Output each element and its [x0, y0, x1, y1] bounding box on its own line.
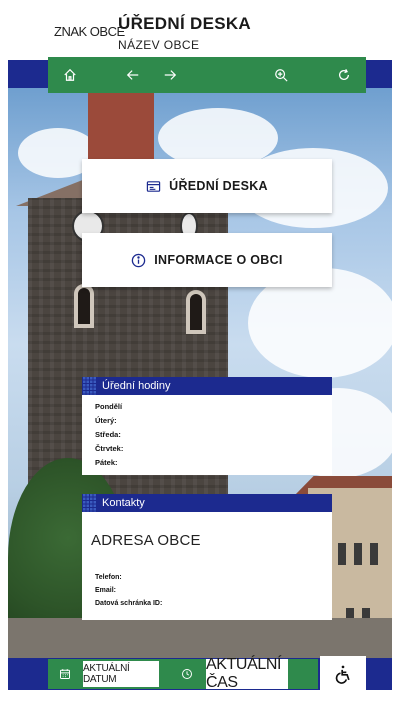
- grid-icon: [82, 494, 96, 512]
- office-hours-title: Úřední hodiny: [102, 380, 171, 392]
- municipality-name: NÁZEV OBCE: [118, 38, 200, 52]
- informace-o-obci-label: INFORMACE O OBCI: [154, 253, 283, 267]
- arrow-left-icon: [126, 70, 139, 80]
- arrow-right-icon: [164, 70, 177, 80]
- forward-button[interactable]: [152, 57, 188, 93]
- zoom-in-button[interactable]: [263, 57, 299, 93]
- zoom-in-icon: [275, 69, 288, 82]
- hours-row-monday: Pondělí: [95, 402, 123, 411]
- hours-row-tuesday: Úterý:: [95, 416, 117, 425]
- contacts-title: Kontakty: [102, 497, 145, 509]
- grid-icon: [82, 377, 96, 395]
- office-hours-header: Úřední hodiny: [82, 377, 332, 395]
- info-icon: [132, 253, 146, 267]
- home-button[interactable]: [52, 57, 88, 93]
- uredni-deska-button[interactable]: ÚŘEDNÍ DESKA: [82, 159, 332, 213]
- navigation-bar: [48, 57, 366, 93]
- contacts-panel: Kontakty ADRESA OBCE Telefon: Email: Dat…: [82, 494, 332, 620]
- contacts-header: Kontakty: [82, 494, 332, 512]
- refresh-icon: [339, 69, 349, 80]
- home-icon: [64, 68, 76, 81]
- informace-o-obci-button[interactable]: INFORMACE O OBCI: [82, 233, 332, 287]
- contact-phone: Telefon:: [95, 574, 122, 581]
- hours-row-thursday: Čtrvtek:: [95, 444, 124, 453]
- hours-row-wednesday: Středa:: [95, 430, 121, 439]
- calendar-icon: [60, 669, 70, 679]
- header: ZNAK OBCE ÚŘEDNÍ DESKA NÁZEV OBCE: [0, 0, 400, 60]
- back-button[interactable]: [115, 57, 151, 93]
- hours-row-friday: Pátek:: [95, 458, 118, 467]
- notice-board-icon: [146, 180, 161, 192]
- current-time: AKTUÁLNÍ ČAS: [206, 656, 288, 691]
- uredni-deska-label: ÚŘEDNÍ DESKA: [169, 179, 268, 193]
- contact-databox: Datová schránka ID:: [95, 600, 163, 607]
- municipality-logo: ZNAK OBCE: [54, 24, 125, 39]
- contact-email: Email:: [95, 587, 117, 594]
- clock-icon: [182, 669, 192, 679]
- current-date: AKTUÁLNÍ DATUM: [83, 661, 159, 687]
- page-title: ÚŘEDNÍ DESKA: [118, 14, 252, 33]
- header-titles: ÚŘEDNÍ DESKA NÁZEV OBCE: [118, 14, 251, 52]
- calendar-icon-wrap: [54, 659, 76, 689]
- office-hours-panel: Úřední hodiny Pondělí Úterý: Středa: Čtr…: [82, 377, 332, 475]
- municipality-address: ADRESA OBCE: [91, 532, 201, 549]
- accessibility-button[interactable]: [320, 656, 366, 692]
- refresh-button[interactable]: [326, 57, 362, 93]
- clock-icon-wrap: [176, 659, 198, 689]
- wheelchair-icon: [335, 665, 350, 684]
